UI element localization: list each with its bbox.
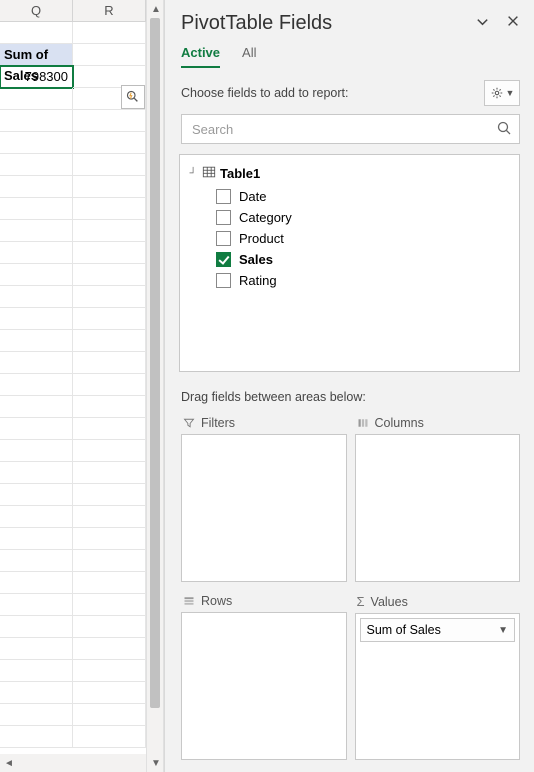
table-name: Table1	[220, 166, 260, 181]
column-header-r[interactable]: R	[73, 0, 146, 21]
drag-areas-label: Drag fields between areas below:	[165, 372, 534, 412]
columns-dropzone[interactable]	[355, 434, 521, 582]
column-headers: Q R	[0, 0, 146, 22]
caret-down-icon: ▼	[498, 625, 508, 636]
pivot-value-cell[interactable]: 798300	[0, 66, 73, 88]
checkbox-rating[interactable]	[216, 273, 231, 288]
filter-icon	[183, 417, 195, 429]
checkbox-date[interactable]	[216, 189, 231, 204]
field-tabs: Active All	[165, 41, 534, 68]
filters-area: Filters	[181, 412, 347, 582]
field-item-product[interactable]: Product	[188, 228, 511, 249]
vertical-scrollbar[interactable]: ▲ ▼	[146, 0, 164, 772]
checkbox-product[interactable]	[216, 231, 231, 246]
scrollbar-thumb[interactable]	[150, 18, 160, 708]
filters-dropzone[interactable]	[181, 434, 347, 582]
columns-area: Columns	[355, 412, 521, 582]
spreadsheet-area: Q R Sum of Sales 798300	[0, 0, 146, 772]
values-area: Σ Values Sum of Sales ▼	[355, 590, 521, 760]
sheet-horizontal-scroll[interactable]: ◄	[0, 754, 146, 772]
rows-title: Rows	[201, 594, 232, 608]
field-item-rating[interactable]: Rating	[188, 270, 511, 291]
layout-options-button[interactable]: ▼	[484, 80, 520, 106]
values-title: Values	[371, 595, 408, 609]
field-label: Date	[239, 189, 266, 204]
sigma-icon: Σ	[357, 594, 365, 609]
search-input[interactable]	[181, 114, 520, 144]
field-item-sales[interactable]: Sales	[188, 249, 511, 270]
tab-all[interactable]: All	[242, 45, 256, 68]
gear-icon	[490, 86, 504, 100]
value-chip-label: Sum of Sales	[367, 623, 441, 637]
rows-dropzone[interactable]	[181, 612, 347, 760]
values-dropzone[interactable]: Sum of Sales ▼	[355, 613, 521, 760]
checkbox-sales[interactable]	[216, 252, 231, 267]
field-label: Rating	[239, 273, 277, 288]
tab-active[interactable]: Active	[181, 45, 220, 68]
field-item-category[interactable]: Category	[188, 207, 511, 228]
scroll-up-icon[interactable]: ▲	[147, 0, 165, 18]
scroll-down-icon[interactable]: ▼	[147, 754, 165, 772]
filters-title: Filters	[201, 416, 235, 430]
values-item-sum-of-sales[interactable]: Sum of Sales ▼	[360, 618, 516, 642]
field-label: Category	[239, 210, 292, 225]
checkbox-category[interactable]	[216, 210, 231, 225]
column-header-q[interactable]: Q	[0, 0, 73, 21]
field-label: Product	[239, 231, 284, 246]
field-label: Sales	[239, 252, 273, 267]
collapse-pane-button[interactable]	[475, 14, 490, 33]
table-icon	[202, 165, 216, 182]
columns-title: Columns	[375, 416, 424, 430]
pane-title: PivotTable Fields	[181, 12, 332, 35]
lightning-search-icon	[126, 90, 140, 104]
quick-analysis-button[interactable]	[121, 85, 145, 109]
close-pane-button[interactable]	[506, 14, 520, 33]
empty-cells[interactable]	[0, 88, 146, 748]
field-item-date[interactable]: Date	[188, 186, 511, 207]
scroll-left-icon[interactable]: ◄	[0, 754, 18, 772]
pivottable-fields-pane: PivotTable Fields Active All Choose fiel…	[164, 0, 534, 772]
fields-list[interactable]: ┘ Table1 Date Category Product Sales Rat…	[179, 154, 520, 372]
choose-fields-label: Choose fields to add to report:	[181, 86, 348, 100]
close-icon	[506, 14, 520, 28]
caret-down-icon: ▼	[506, 88, 515, 98]
chevron-down-icon	[475, 14, 490, 29]
rows-area: Rows	[181, 590, 347, 760]
columns-icon	[357, 417, 369, 429]
pivot-header-cell[interactable]: Sum of Sales	[0, 44, 73, 66]
table-node[interactable]: ┘ Table1	[188, 165, 511, 182]
rows-icon	[183, 595, 195, 607]
search-icon	[496, 120, 512, 141]
drop-areas: Filters Columns Rows Σ Values	[165, 412, 534, 772]
collapse-table-icon[interactable]: ┘	[188, 168, 198, 179]
